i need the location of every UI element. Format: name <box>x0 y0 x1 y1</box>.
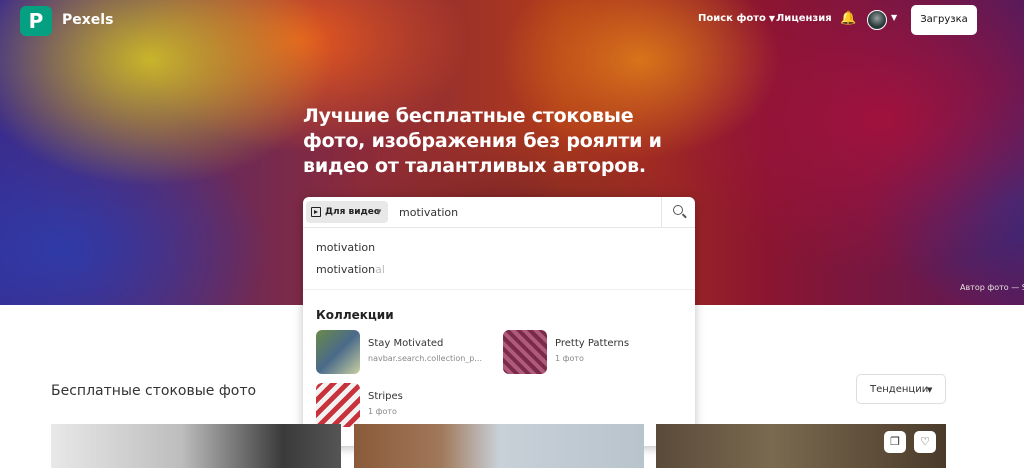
pexels-logo-icon[interactable]: P <box>20 6 52 36</box>
media-type-select[interactable]: Для видео ▼ <box>306 201 388 223</box>
collection-subtitle: navbar.search.collection_p... <box>368 354 482 363</box>
search-icon-handle <box>682 213 687 219</box>
media-type-label: Для видео <box>325 207 381 217</box>
nav-license[interactable]: Лицензия <box>776 13 832 24</box>
chevron-down-icon: ▼ <box>376 208 382 216</box>
collection-pretty-patterns[interactable]: Pretty Patterns 1 фото <box>503 330 683 374</box>
collection-subtitle: 1 фото <box>555 354 584 363</box>
hero-title: Лучшие бесплатные стоковые фото, изображ… <box>303 105 662 177</box>
photo-card[interactable] <box>354 424 644 468</box>
section-title: Бесплатные стоковые фото <box>51 383 257 399</box>
search-input[interactable] <box>399 202 649 222</box>
collection-title: Pretty Patterns <box>555 338 630 349</box>
search-bar: Для видео ▼ <box>303 197 695 228</box>
collection-title: Stripes <box>368 391 403 402</box>
collections-heading: Коллекции <box>316 308 394 322</box>
collection-title: Stay Motivated <box>368 338 444 349</box>
avatar[interactable] <box>867 10 887 30</box>
heart-icon[interactable]: ♡ <box>914 431 936 453</box>
chevron-down-icon: ▼ <box>927 386 933 394</box>
collection-thumbnail <box>316 383 360 427</box>
suggestion-rest: al <box>375 263 385 276</box>
collection-subtitle: 1 фото <box>368 407 397 416</box>
chevron-down-icon: ▼ <box>768 14 776 23</box>
suggestion-item[interactable]: motivational <box>316 263 385 276</box>
collection-stay-motivated[interactable]: Stay Motivated navbar.search.collection_… <box>316 330 496 374</box>
collection-stripes[interactable]: Stripes 1 фото <box>316 383 496 427</box>
photo-card[interactable] <box>51 424 341 468</box>
sort-select[interactable]: Тенденции ▼ <box>856 374 946 404</box>
suggestion-typed: motivation <box>316 241 376 254</box>
collect-icon[interactable]: ❐ <box>884 431 906 453</box>
sort-label: Тенденции <box>870 384 929 395</box>
collection-thumbnail <box>316 330 360 374</box>
suggestion-typed: motivation <box>316 263 376 276</box>
bell-icon[interactable]: 🔔 <box>840 11 856 26</box>
nav-search-photos-label: Поиск фото <box>698 13 766 24</box>
search-dropdown: Для видео ▼ motivation motivational Колл… <box>303 197 695 446</box>
photo-card[interactable]: ❐ ♡ <box>656 424 946 468</box>
suggestion-item[interactable]: motivation <box>316 241 375 254</box>
nav-search-photos[interactable]: Поиск фото ▼ <box>698 13 775 24</box>
brand-name[interactable]: Pexels <box>62 12 113 28</box>
photo-credit[interactable]: Автор фото — S <box>960 283 1024 292</box>
chevron-down-icon[interactable]: ▼ <box>891 13 897 22</box>
search-button[interactable] <box>661 197 696 227</box>
video-icon <box>311 207 321 217</box>
upload-button[interactable]: Загрузка <box>911 5 977 35</box>
divider <box>303 289 695 290</box>
collection-thumbnail <box>503 330 547 374</box>
